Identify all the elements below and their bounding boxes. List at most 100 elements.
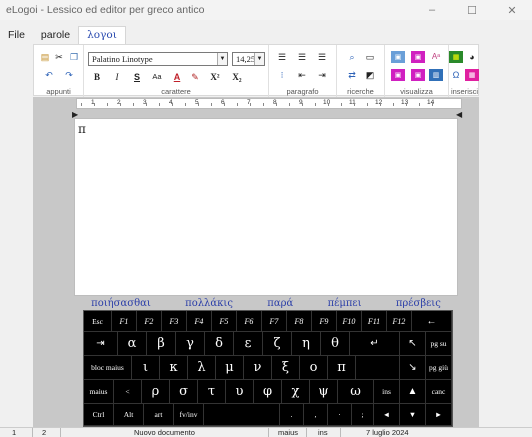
key-chi[interactable]: χ: [282, 380, 310, 404]
key-delete[interactable]: canc: [426, 380, 452, 404]
key-theta[interactable]: θ: [321, 332, 350, 356]
font-size-select[interactable]: 14,25 ▼: [232, 52, 265, 66]
key-rho[interactable]: ρ: [142, 380, 170, 404]
view-columns-icon[interactable]: ▥: [429, 69, 443, 81]
view-zoom-icon[interactable]: ▣: [411, 51, 425, 63]
key-blank[interactable]: [356, 356, 400, 380]
key-delta[interactable]: δ: [205, 332, 234, 356]
bold-button[interactable]: B: [90, 71, 104, 83]
key-home[interactable]: ↖: [400, 332, 426, 356]
key-f2[interactable]: F2: [137, 311, 162, 332]
key-page-up[interactable]: pg su: [426, 332, 452, 356]
key-end[interactable]: ↘: [400, 356, 426, 380]
key-enter[interactable]: ↵: [350, 332, 400, 356]
document-page[interactable]: π: [74, 118, 458, 296]
maximize-button[interactable]: ☐: [452, 0, 492, 20]
key-upsilon[interactable]: υ: [226, 380, 254, 404]
key-f6[interactable]: F6: [237, 311, 262, 332]
suggestion-item[interactable]: πρέσβεις: [396, 298, 441, 309]
find-next-icon[interactable]: ▭: [363, 51, 377, 63]
paste-icon[interactable]: ▤: [38, 51, 52, 63]
key-tau[interactable]: τ: [198, 380, 226, 404]
key-arrow-up[interactable]: ▲: [400, 380, 426, 404]
font-color-button[interactable]: A: [170, 71, 184, 83]
subscript-button[interactable]: X₂: [230, 71, 244, 83]
key-f9[interactable]: F9: [312, 311, 337, 332]
key-f5[interactable]: F5: [212, 311, 237, 332]
key-f1[interactable]: F1: [112, 311, 137, 332]
key-iota[interactable]: ι: [132, 356, 160, 380]
superscript-button[interactable]: X²: [208, 71, 222, 83]
replace-icon[interactable]: ⇄: [345, 69, 359, 81]
key-insert[interactable]: ins: [374, 380, 400, 404]
cut-icon[interactable]: ✂: [52, 51, 66, 63]
view-dictionary-icon[interactable]: ▣: [411, 69, 425, 81]
bullet-list-icon[interactable]: ⁝: [275, 69, 289, 81]
key-f8[interactable]: F8: [287, 311, 312, 332]
underline-button[interactable]: S: [130, 71, 144, 83]
key-arrow-down[interactable]: ▼: [400, 404, 426, 426]
copy-icon[interactable]: ❐: [67, 51, 81, 63]
ruler[interactable]: 1 2 3 4 5 6 7 8 9 10 11 12 13 14: [76, 98, 462, 109]
highlight-icon[interactable]: ✎: [188, 71, 202, 83]
insert-table-icon[interactable]: ▦: [465, 69, 479, 81]
key-caps-lock[interactable]: bloc maius: [84, 356, 132, 380]
undo-icon[interactable]: ↶: [42, 69, 56, 81]
key-fv-inv[interactable]: fv/inv: [174, 404, 204, 426]
align-left-icon[interactable]: ☰: [275, 51, 289, 63]
key-esc[interactable]: Esc: [84, 311, 112, 332]
key-xi[interactable]: ξ: [272, 356, 300, 380]
suggestion-item[interactable]: παρά: [267, 298, 293, 309]
suggestion-item[interactable]: ποιήσασθαι: [91, 298, 151, 309]
key-phi[interactable]: φ: [254, 380, 282, 404]
italic-button[interactable]: I: [110, 71, 124, 83]
key-ctrl[interactable]: Ctrl: [84, 404, 114, 426]
key-epsilon[interactable]: ε: [234, 332, 263, 356]
key-sigma[interactable]: σ: [170, 380, 198, 404]
key-tab[interactable]: ⇥: [84, 332, 118, 356]
key-arrow-left[interactable]: ◄: [374, 404, 400, 426]
outdent-icon[interactable]: ⇤: [295, 69, 309, 81]
key-zeta[interactable]: ζ: [263, 332, 292, 356]
key-lambda[interactable]: λ: [188, 356, 216, 380]
key-alpha[interactable]: α: [118, 332, 147, 356]
key-less-than[interactable]: <: [114, 380, 142, 404]
find-icon[interactable]: ⌕: [345, 51, 359, 63]
key-comma[interactable]: ,: [304, 404, 328, 426]
menu-file[interactable]: File: [0, 29, 33, 41]
menu-parole[interactable]: parole: [33, 29, 78, 41]
align-center-icon[interactable]: ☰: [295, 51, 309, 63]
suggestion-item[interactable]: πολλάκις: [185, 298, 233, 309]
align-right-icon[interactable]: ☰: [315, 51, 329, 63]
indent-icon[interactable]: ⇥: [315, 69, 329, 81]
key-arrow-right[interactable]: ►: [426, 404, 452, 426]
key-beta[interactable]: β: [147, 332, 176, 356]
key-psi[interactable]: ψ: [310, 380, 338, 404]
key-omega[interactable]: ω: [338, 380, 374, 404]
key-shift[interactable]: maius: [84, 380, 114, 404]
key-gamma[interactable]: γ: [176, 332, 205, 356]
key-page-down[interactable]: pg giù: [426, 356, 452, 380]
key-space[interactable]: [204, 404, 280, 426]
key-article[interactable]: art: [144, 404, 174, 426]
font-name-select[interactable]: Palatino Linotype ▼: [88, 52, 228, 66]
close-button[interactable]: ✕: [492, 0, 532, 20]
menu-logoi[interactable]: λογοι: [78, 26, 126, 44]
key-question[interactable]: ;: [352, 404, 374, 426]
key-mu[interactable]: μ: [216, 356, 244, 380]
key-ano-teleia[interactable]: ·: [328, 404, 352, 426]
view-page-icon[interactable]: ▣: [391, 51, 405, 63]
view-keyboard-icon[interactable]: ▣: [391, 69, 405, 81]
key-kappa[interactable]: κ: [160, 356, 188, 380]
key-f10[interactable]: F10: [337, 311, 362, 332]
key-alt[interactable]: Alt: [114, 404, 144, 426]
key-f12[interactable]: F12: [387, 311, 412, 332]
font-style-icon[interactable]: Aᵃ: [429, 51, 443, 63]
goto-icon[interactable]: ◩: [363, 69, 377, 81]
suggestion-item[interactable]: πέμπει: [328, 298, 362, 309]
insert-omega-button[interactable]: Ω: [449, 69, 463, 81]
key-pi[interactable]: π: [328, 356, 356, 380]
key-period[interactable]: .: [280, 404, 304, 426]
insert-image-icon[interactable]: ▦: [449, 51, 463, 63]
redo-icon[interactable]: ↷: [62, 69, 76, 81]
